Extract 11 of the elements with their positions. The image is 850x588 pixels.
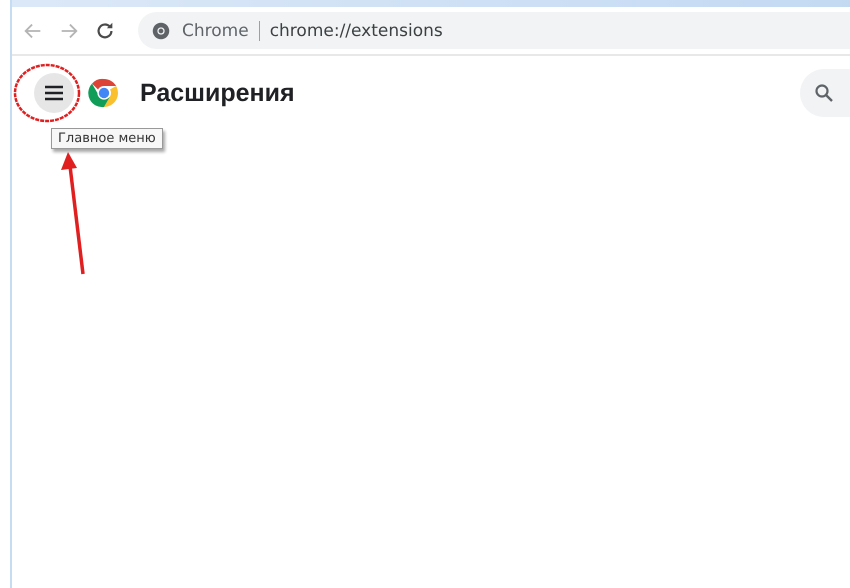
highlight-circle — [14, 64, 80, 122]
search-icon — [814, 83, 834, 103]
menu-button[interactable] — [34, 73, 74, 113]
address-bar[interactable]: Chrome chrome://extensions — [138, 12, 850, 49]
tooltip: Главное меню — [51, 128, 163, 149]
search-button[interactable] — [800, 69, 850, 117]
page-title: Расширения — [140, 78, 295, 108]
site-label: Chrome — [182, 20, 260, 40]
menu-icon — [44, 85, 64, 101]
url-text: chrome://extensions — [270, 20, 443, 40]
chrome-logo-icon — [88, 77, 120, 109]
